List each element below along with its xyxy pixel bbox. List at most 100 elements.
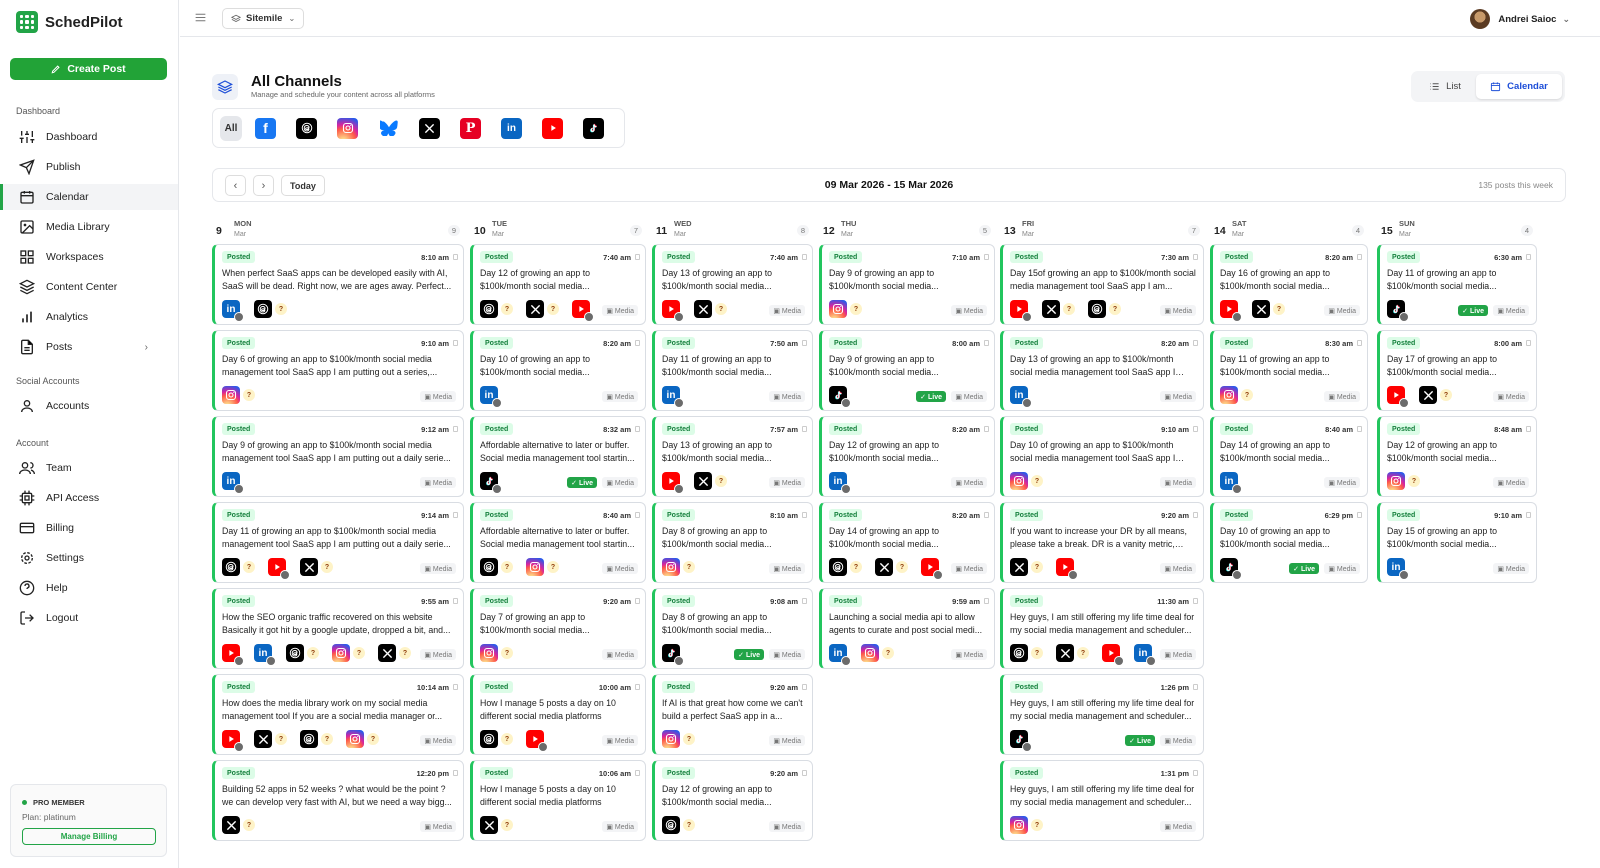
trash-icon[interactable] xyxy=(802,340,807,346)
sidebar-item-logout[interactable]: Logout xyxy=(0,605,178,631)
trash-icon[interactable] xyxy=(1193,684,1198,690)
x-icon[interactable] xyxy=(419,117,440,139)
trash-icon[interactable] xyxy=(802,684,807,690)
trash-icon[interactable] xyxy=(984,254,989,260)
tiktok-icon[interactable] xyxy=(1010,730,1032,752)
post-card[interactable]: Posted 8:20 am Day 16 of growing an app to… xyxy=(1210,244,1368,325)
linkedin-icon[interactable]: in xyxy=(662,386,684,408)
trash-icon[interactable] xyxy=(1526,426,1531,432)
instagram-icon[interactable] xyxy=(662,730,680,748)
x-icon[interactable] xyxy=(254,730,272,748)
x-icon[interactable] xyxy=(1252,300,1270,318)
sidebar-item-team[interactable]: Team xyxy=(0,455,178,481)
linkedin-icon[interactable]: in xyxy=(222,472,244,494)
threads-icon[interactable] xyxy=(829,558,847,576)
linkedin-icon[interactable]: in xyxy=(222,300,244,322)
sidebar-item-api[interactable]: API Access xyxy=(0,485,178,511)
create-post-button[interactable]: Create Post xyxy=(10,58,167,80)
post-card[interactable]: Posted 1:31 pm Hey guys, I am still offeri… xyxy=(1000,760,1204,841)
post-card[interactable]: Posted 8:48 am Day 12 of growing an app to… xyxy=(1377,416,1537,497)
sidebar-item-settings[interactable]: Settings xyxy=(0,545,178,571)
threads-icon[interactable] xyxy=(296,117,317,139)
post-card[interactable]: Posted 1:26 pm Hey guys, I am still offeri… xyxy=(1000,674,1204,755)
post-card[interactable]: Posted 8:20 am Day 10 of growing an app to… xyxy=(470,330,646,411)
post-card[interactable]: Posted 8:32 am Affordable alternative to l… xyxy=(470,416,646,497)
youtube-icon[interactable] xyxy=(921,558,943,580)
x-icon[interactable] xyxy=(1056,644,1074,662)
sidebar-item-publish[interactable]: Publish xyxy=(0,154,178,180)
post-card[interactable]: Posted 9:59 am Launching a social media ap… xyxy=(819,588,995,669)
youtube-icon[interactable] xyxy=(1010,300,1032,322)
sidebar-item-workspaces[interactable]: Workspaces xyxy=(0,244,178,270)
post-card[interactable]: Posted 8:10 am Day 8 of growing an app to … xyxy=(652,502,813,583)
post-card[interactable]: Posted 8:40 am Affordable alternative to l… xyxy=(470,502,646,583)
instagram-icon[interactable] xyxy=(1010,816,1028,834)
x-icon[interactable] xyxy=(875,558,893,576)
youtube-icon[interactable] xyxy=(542,117,563,139)
trash-icon[interactable] xyxy=(1526,512,1531,518)
post-card[interactable]: Posted 11:30 am Hey guys, I am still offer… xyxy=(1000,588,1204,669)
trash-icon[interactable] xyxy=(984,426,989,432)
post-card[interactable]: Posted 8:20 am Day 14 of growing an app to… xyxy=(819,502,995,583)
manage-billing-button[interactable]: Manage Billing xyxy=(22,828,156,845)
trash-icon[interactable] xyxy=(635,770,640,776)
x-icon[interactable] xyxy=(1419,386,1437,404)
trash-icon[interactable] xyxy=(635,598,640,604)
threads-icon[interactable] xyxy=(286,644,304,662)
post-card[interactable]: Posted 7:57 am Day 13 of growing an app to… xyxy=(652,416,813,497)
post-card[interactable]: Posted 8:30 am Day 11 of growing an app to… xyxy=(1210,330,1368,411)
linkedin-icon[interactable]: in xyxy=(254,644,276,666)
youtube-icon[interactable] xyxy=(662,300,684,322)
post-card[interactable]: Posted 9:08 am Day 8 of growing an app to … xyxy=(652,588,813,669)
x-icon[interactable] xyxy=(694,472,712,490)
post-card[interactable]: Posted 8:40 am Day 14 of growing an app to… xyxy=(1210,416,1368,497)
trash-icon[interactable] xyxy=(1193,426,1198,432)
linkedin-icon[interactable]: in xyxy=(829,472,851,494)
sidebar-item-help[interactable]: Help xyxy=(0,575,178,601)
trash-icon[interactable] xyxy=(635,426,640,432)
post-card[interactable]: Posted 8:00 am Day 17 of growing an app to… xyxy=(1377,330,1537,411)
trash-icon[interactable] xyxy=(635,340,640,346)
trash-icon[interactable] xyxy=(802,512,807,518)
youtube-icon[interactable] xyxy=(1220,300,1242,322)
post-card[interactable]: Posted 12:20 pm Building 52 apps in 52 wee… xyxy=(212,760,464,841)
trash-icon[interactable] xyxy=(1357,426,1362,432)
threads-icon[interactable] xyxy=(480,730,498,748)
app-logo[interactable]: SchedPilot xyxy=(16,11,123,33)
instagram-icon[interactable] xyxy=(1010,472,1028,490)
trash-icon[interactable] xyxy=(802,770,807,776)
linkedin-icon[interactable]: in xyxy=(1220,472,1242,494)
x-icon[interactable] xyxy=(1010,558,1028,576)
trash-icon[interactable] xyxy=(635,512,640,518)
trash-icon[interactable] xyxy=(984,512,989,518)
post-card[interactable]: Posted 10:06 am How I manage 5 posts a day… xyxy=(470,760,646,841)
post-card[interactable]: Posted 7:50 am Day 11 of growing an app to… xyxy=(652,330,813,411)
sidebar-item-posts[interactable]: Posts › xyxy=(0,334,178,360)
youtube-icon[interactable] xyxy=(572,300,594,322)
tiktok-icon[interactable] xyxy=(829,386,851,408)
post-card[interactable]: Posted 9:10 am Day 10 of growing an app to… xyxy=(1000,416,1204,497)
youtube-icon[interactable] xyxy=(1102,644,1124,666)
trash-icon[interactable] xyxy=(1526,340,1531,346)
menu-toggle-icon[interactable] xyxy=(194,11,207,24)
tiktok-icon[interactable] xyxy=(1387,300,1409,322)
tiktok-icon[interactable] xyxy=(662,644,684,666)
instagram-icon[interactable] xyxy=(337,117,358,139)
post-card[interactable]: Posted 9:20 am If AI is that great how com… xyxy=(652,674,813,755)
post-card[interactable]: Posted 9:10 am Day 15 of growing an app to… xyxy=(1377,502,1537,583)
threads-icon[interactable] xyxy=(1010,644,1028,662)
threads-icon[interactable] xyxy=(300,730,318,748)
x-icon[interactable] xyxy=(1042,300,1060,318)
linkedin-icon[interactable]: in xyxy=(1010,386,1032,408)
threads-icon[interactable] xyxy=(662,816,680,834)
post-card[interactable]: Posted 6:30 am Day 11 of growing an app to… xyxy=(1377,244,1537,325)
trash-icon[interactable] xyxy=(1357,254,1362,260)
threads-icon[interactable] xyxy=(254,300,272,318)
youtube-icon[interactable] xyxy=(222,644,244,666)
x-icon[interactable] xyxy=(694,300,712,318)
x-icon[interactable] xyxy=(526,300,544,318)
user-menu[interactable]: Andrei Saioc ⌄ xyxy=(1470,9,1570,29)
post-card[interactable]: Posted 8:20 am Day 12 of growing an app to… xyxy=(819,416,995,497)
trash-icon[interactable] xyxy=(984,340,989,346)
trash-icon[interactable] xyxy=(453,684,458,690)
